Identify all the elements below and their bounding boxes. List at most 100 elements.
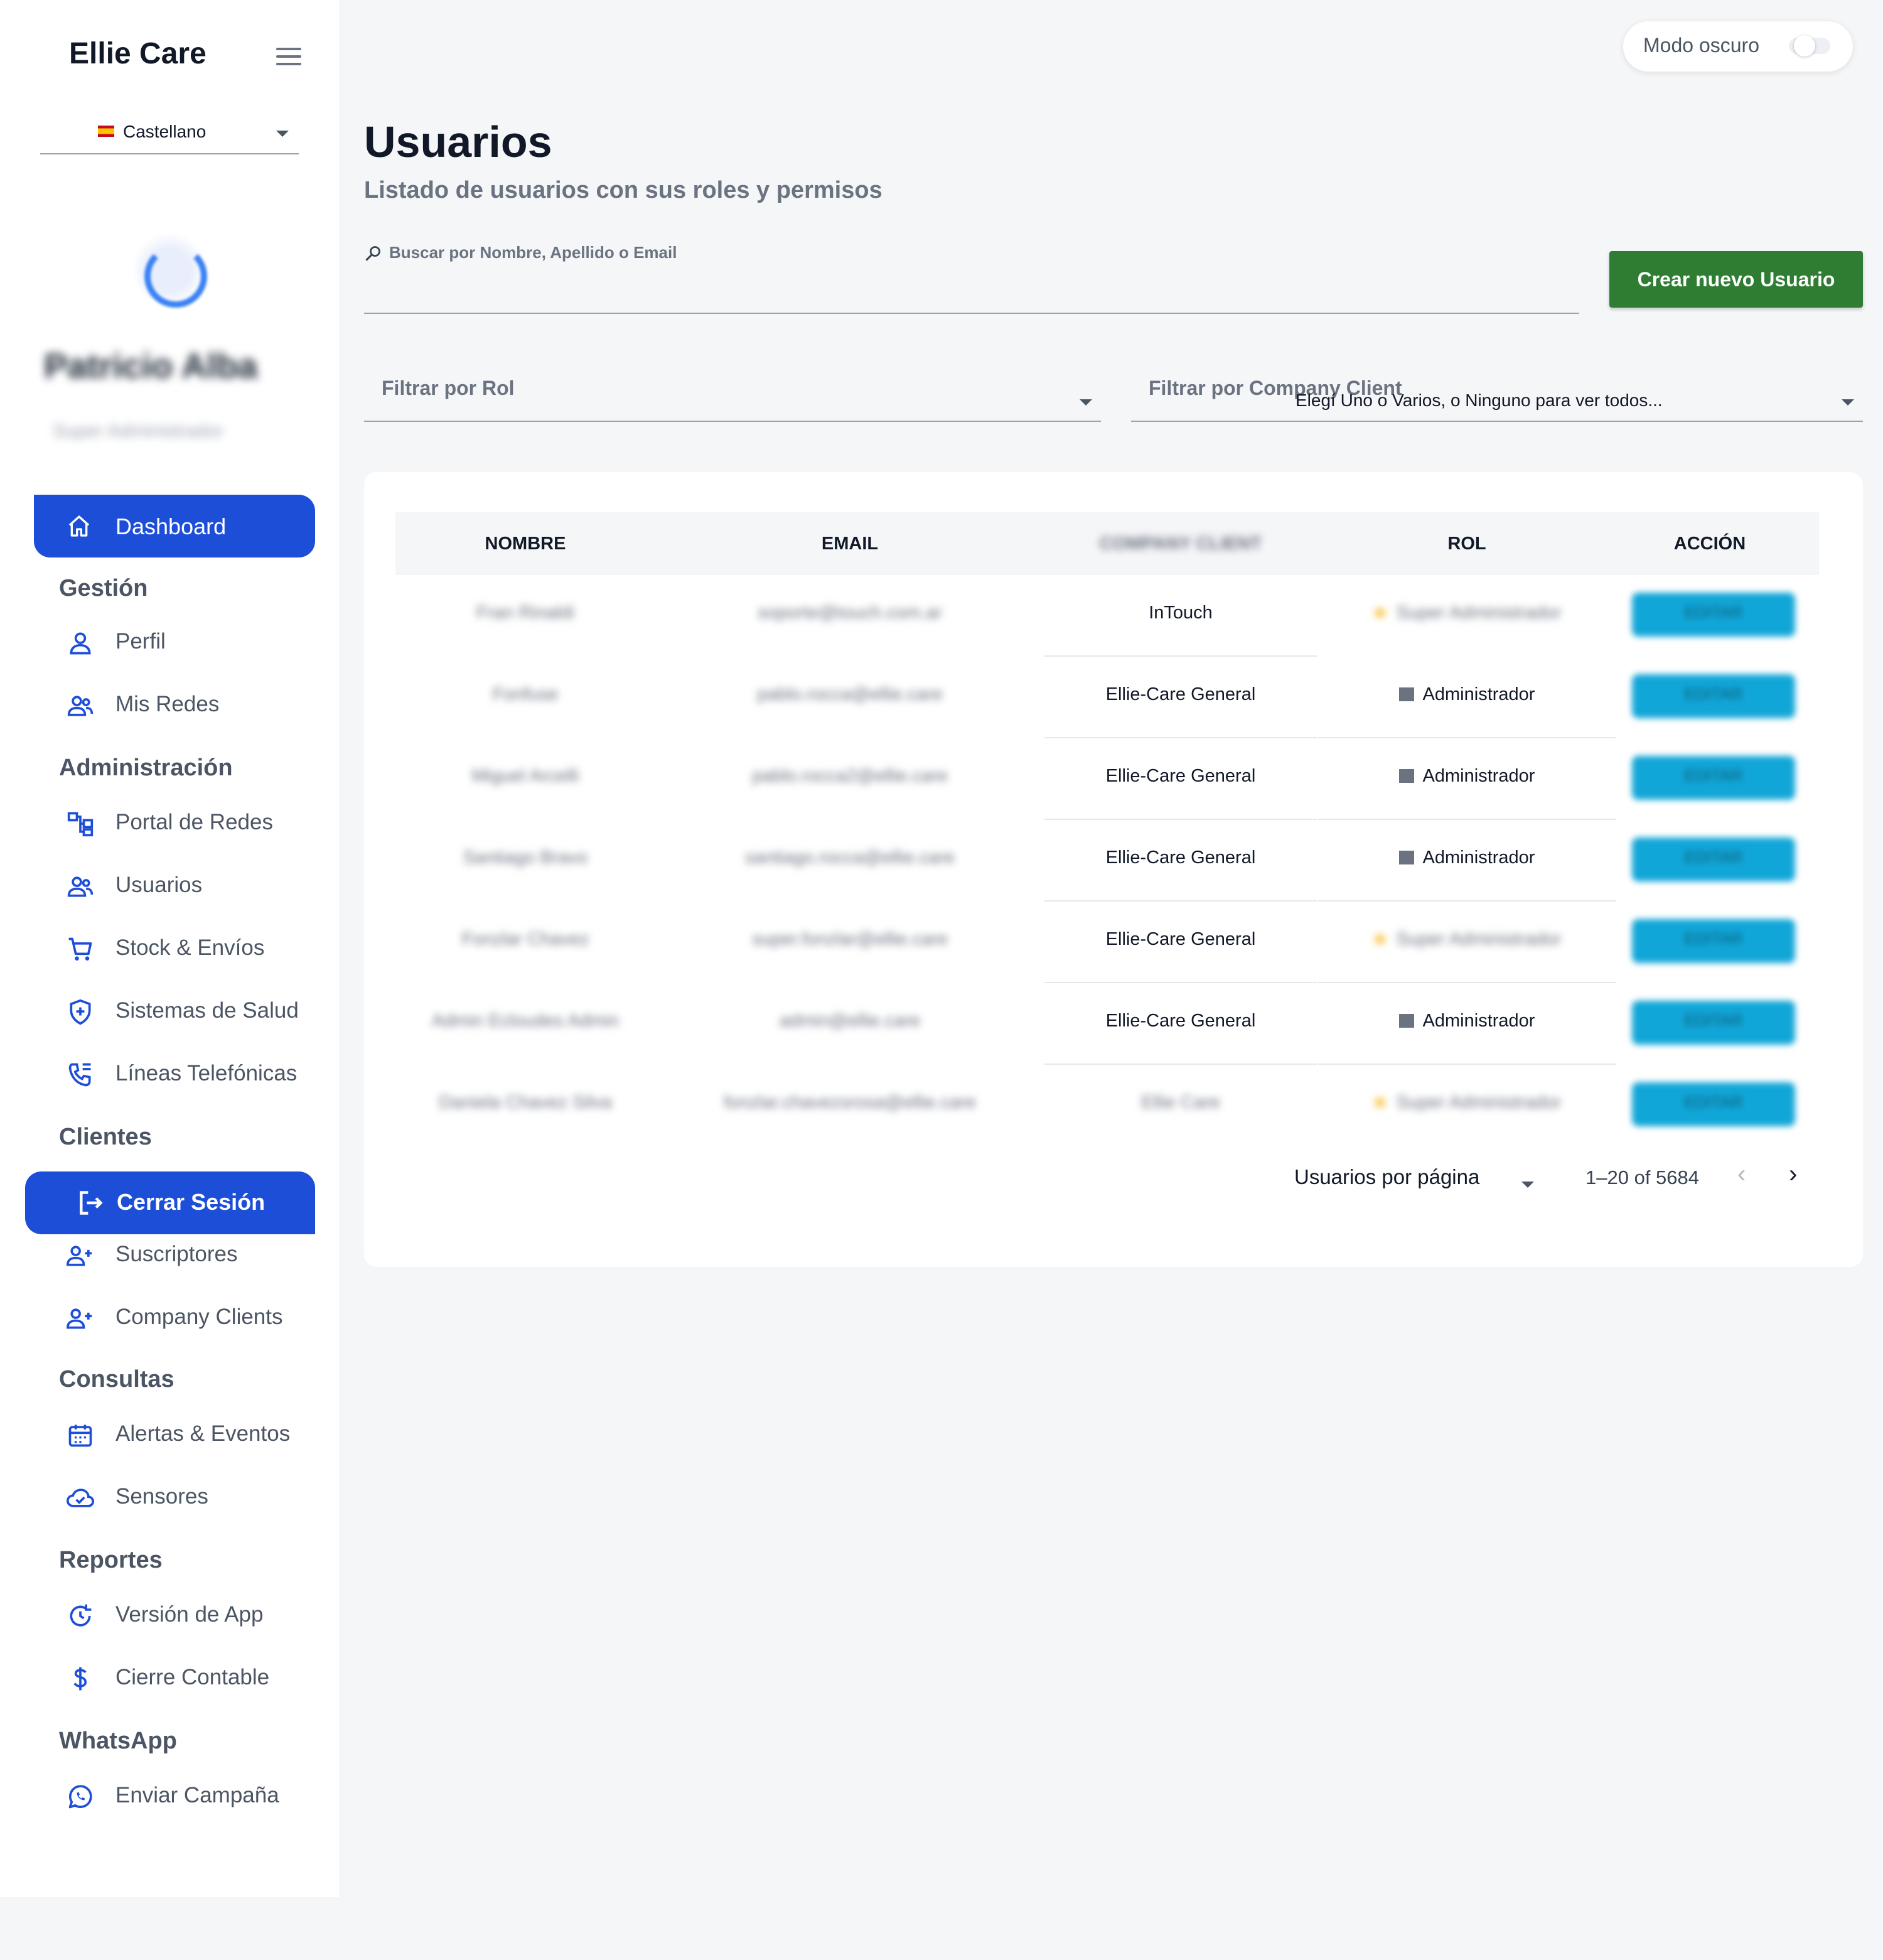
company-cell: Ellie-Care General [1044, 657, 1317, 738]
sidebar-item-sistemas-de-salud[interactable]: Sistemas de Salud [65, 994, 329, 1032]
calendar-icon [68, 1424, 92, 1447]
menu-toggle-icon[interactable] [276, 48, 301, 65]
header-rol[interactable]: ROL [1318, 534, 1616, 554]
search-input[interactable] [389, 240, 1569, 265]
pagination-range: 1–20 of 5684 [1585, 1166, 1700, 1188]
company-cell: Ellie Care [1044, 1065, 1317, 1146]
star-icon [1373, 606, 1388, 619]
edit-user-button[interactable]: EDITAR [1632, 919, 1795, 963]
sidebar-item-label: Stock & Envíos [115, 935, 265, 960]
app-title: Ellie Care [69, 37, 207, 70]
chevron-right-icon[interactable]: › [1789, 1160, 1797, 1188]
chevron-left-icon[interactable]: ‹ [1737, 1160, 1746, 1188]
avatar [132, 232, 207, 308]
sidebar-item-company-clients[interactable]: Company Clients [65, 1301, 329, 1338]
edit-user-button[interactable]: EDITAR [1632, 674, 1795, 718]
logout-button[interactable]: Cerrar Sesión [25, 1171, 315, 1234]
dark-mode-label: Modo oscuro [1643, 34, 1759, 57]
filter-role-select[interactable]: Filtrar por Rol [364, 352, 1101, 422]
cell-email: super.fonzlar@ellie.care [752, 929, 948, 949]
edit-user-button[interactable]: EDITAR [1632, 593, 1795, 637]
history-icon [70, 1604, 92, 1627]
sidebar-item-alertas-eventos[interactable]: Alertas & Eventos [65, 1418, 329, 1455]
sidebar-item-label: Mis Redes [115, 692, 220, 716]
cell-name: Admin Ecloudes Admin [431, 1011, 620, 1031]
cell-name: Fran Rinaldi [476, 603, 575, 623]
create-user-button[interactable]: Crear nuevo Usuario [1609, 251, 1863, 308]
edit-user-button[interactable]: EDITAR [1632, 1001, 1795, 1045]
sidebar-item-lineas-telefonicas[interactable]: Líneas Telefónicas [65, 1057, 329, 1095]
chevron-down-icon [276, 131, 289, 137]
role-label: Administrador [1422, 766, 1535, 786]
sidebar-item-label: Perfil [115, 629, 166, 654]
section-clientes: Clientes [59, 1124, 152, 1150]
dollar-icon [73, 1667, 87, 1691]
header-nombre[interactable]: NOMBRE [395, 534, 655, 554]
edit-user-button[interactable]: EDITAR [1632, 837, 1795, 881]
phone-icon [68, 1063, 91, 1087]
user-role: Super Administrador [53, 421, 223, 441]
person-add-icon [66, 1308, 92, 1329]
cell-email: soporte@touch.com.ar [758, 603, 942, 623]
table-row: Santiago Bravo santiago.rocca@ellie.care E… [395, 820, 1819, 902]
edit-label: EDITAR [1684, 603, 1743, 622]
sidebar-item-stock-envios[interactable]: Stock & Envíos [65, 932, 329, 969]
cell-email: pablo.rocca@ellie.care [757, 684, 943, 704]
table-row: Fonzlar Chavez super.fonzlar@ellie.care El… [395, 902, 1819, 983]
section-whatsapp: WhatsApp [59, 1728, 177, 1754]
company-cell: InTouch [1044, 575, 1317, 657]
filter-company-select[interactable]: Filtrar por Company Client Elegí Uno o V… [1131, 352, 1863, 422]
building-icon [1398, 851, 1414, 864]
rows-per-page-select[interactable] [1521, 1182, 1534, 1188]
sidebar-item-enviar-campana[interactable]: Enviar Campaña [65, 1779, 329, 1817]
sidebar-item-dashboard[interactable]: Dashboard [34, 495, 315, 557]
sidebar-item-cierre-contable[interactable]: Cierre Contable [65, 1661, 329, 1699]
switch-knob [1794, 35, 1815, 57]
company-cell: Ellie-Care General [1044, 820, 1317, 902]
sidebar-item-label: Dashboard [115, 514, 227, 539]
role-label: Super Administrador [1396, 603, 1562, 623]
header-company-client[interactable]: COMPANY CLIENT [1044, 534, 1317, 554]
sidebar-item-label: Versión de App [115, 1602, 264, 1627]
sidebar-item-sensores[interactable]: Sensores [65, 1480, 329, 1518]
role-label: Administrador [1422, 848, 1535, 868]
cell-role: Super Administrador [1318, 603, 1616, 623]
dark-mode-switch[interactable] [1789, 35, 1830, 57]
cell-email: pablo.rocca2@ellie.care [752, 766, 948, 786]
dark-mode-toggle[interactable]: Modo oscuro [1623, 21, 1853, 72]
table-row: Miguel Arcelli pablo.rocca2@ellie.care Ell… [395, 738, 1819, 820]
edit-user-button[interactable]: EDITAR [1632, 1082, 1795, 1126]
sidebar-item-label: Cierre Contable [115, 1665, 270, 1689]
edit-user-button[interactable]: EDITAR [1632, 756, 1795, 800]
sidebar-item-version-de-app[interactable]: Versión de App [65, 1598, 329, 1636]
sidebar-item-portal-de-redes[interactable]: Portal de Redes [65, 806, 329, 844]
sidebar-item-usuarios[interactable]: Usuarios [65, 869, 329, 907]
network-icon [67, 812, 94, 837]
header-email[interactable]: EMAIL [655, 534, 1044, 554]
sidebar-item-label: Portal de Redes [115, 810, 273, 834]
cell-role: Administrador [1318, 766, 1616, 787]
sidebar-item-label: Alertas & Eventos [115, 1421, 291, 1446]
edit-label: EDITAR [1684, 1011, 1743, 1030]
person-icon [70, 632, 91, 655]
section-consultas: Consultas [59, 1366, 174, 1392]
header-accion: ACCIÓN [1673, 534, 1746, 554]
shield-plus-icon [70, 999, 91, 1025]
role-label: Super Administrador [1396, 929, 1562, 949]
sidebar-item-suscriptores[interactable]: Suscriptores [65, 1238, 329, 1276]
sidebar-item-mis-redes[interactable]: Mis Redes [65, 688, 329, 726]
role-cell: Administrador [1318, 738, 1616, 820]
logout-label: Cerrar Sesión [117, 1189, 266, 1215]
cell-name: Fonfuse [492, 684, 559, 704]
sidebar-item-label: Líneas Telefónicas [115, 1061, 298, 1085]
sidebar-item-label: Enviar Campaña [115, 1783, 279, 1807]
search-field [364, 239, 1579, 314]
rows-per-page-label: Usuarios por página [1294, 1165, 1480, 1188]
language-select[interactable]: Castellano [40, 117, 299, 154]
edit-label: EDITAR [1684, 684, 1743, 703]
page-title: Usuarios [364, 117, 552, 166]
sidebar-item-perfil[interactable]: Perfil [65, 625, 329, 663]
group-icon [67, 876, 94, 897]
filter-role-label: Filtrar por Rol [382, 377, 515, 399]
cell-company: Ellie-Care General [1105, 1011, 1256, 1031]
